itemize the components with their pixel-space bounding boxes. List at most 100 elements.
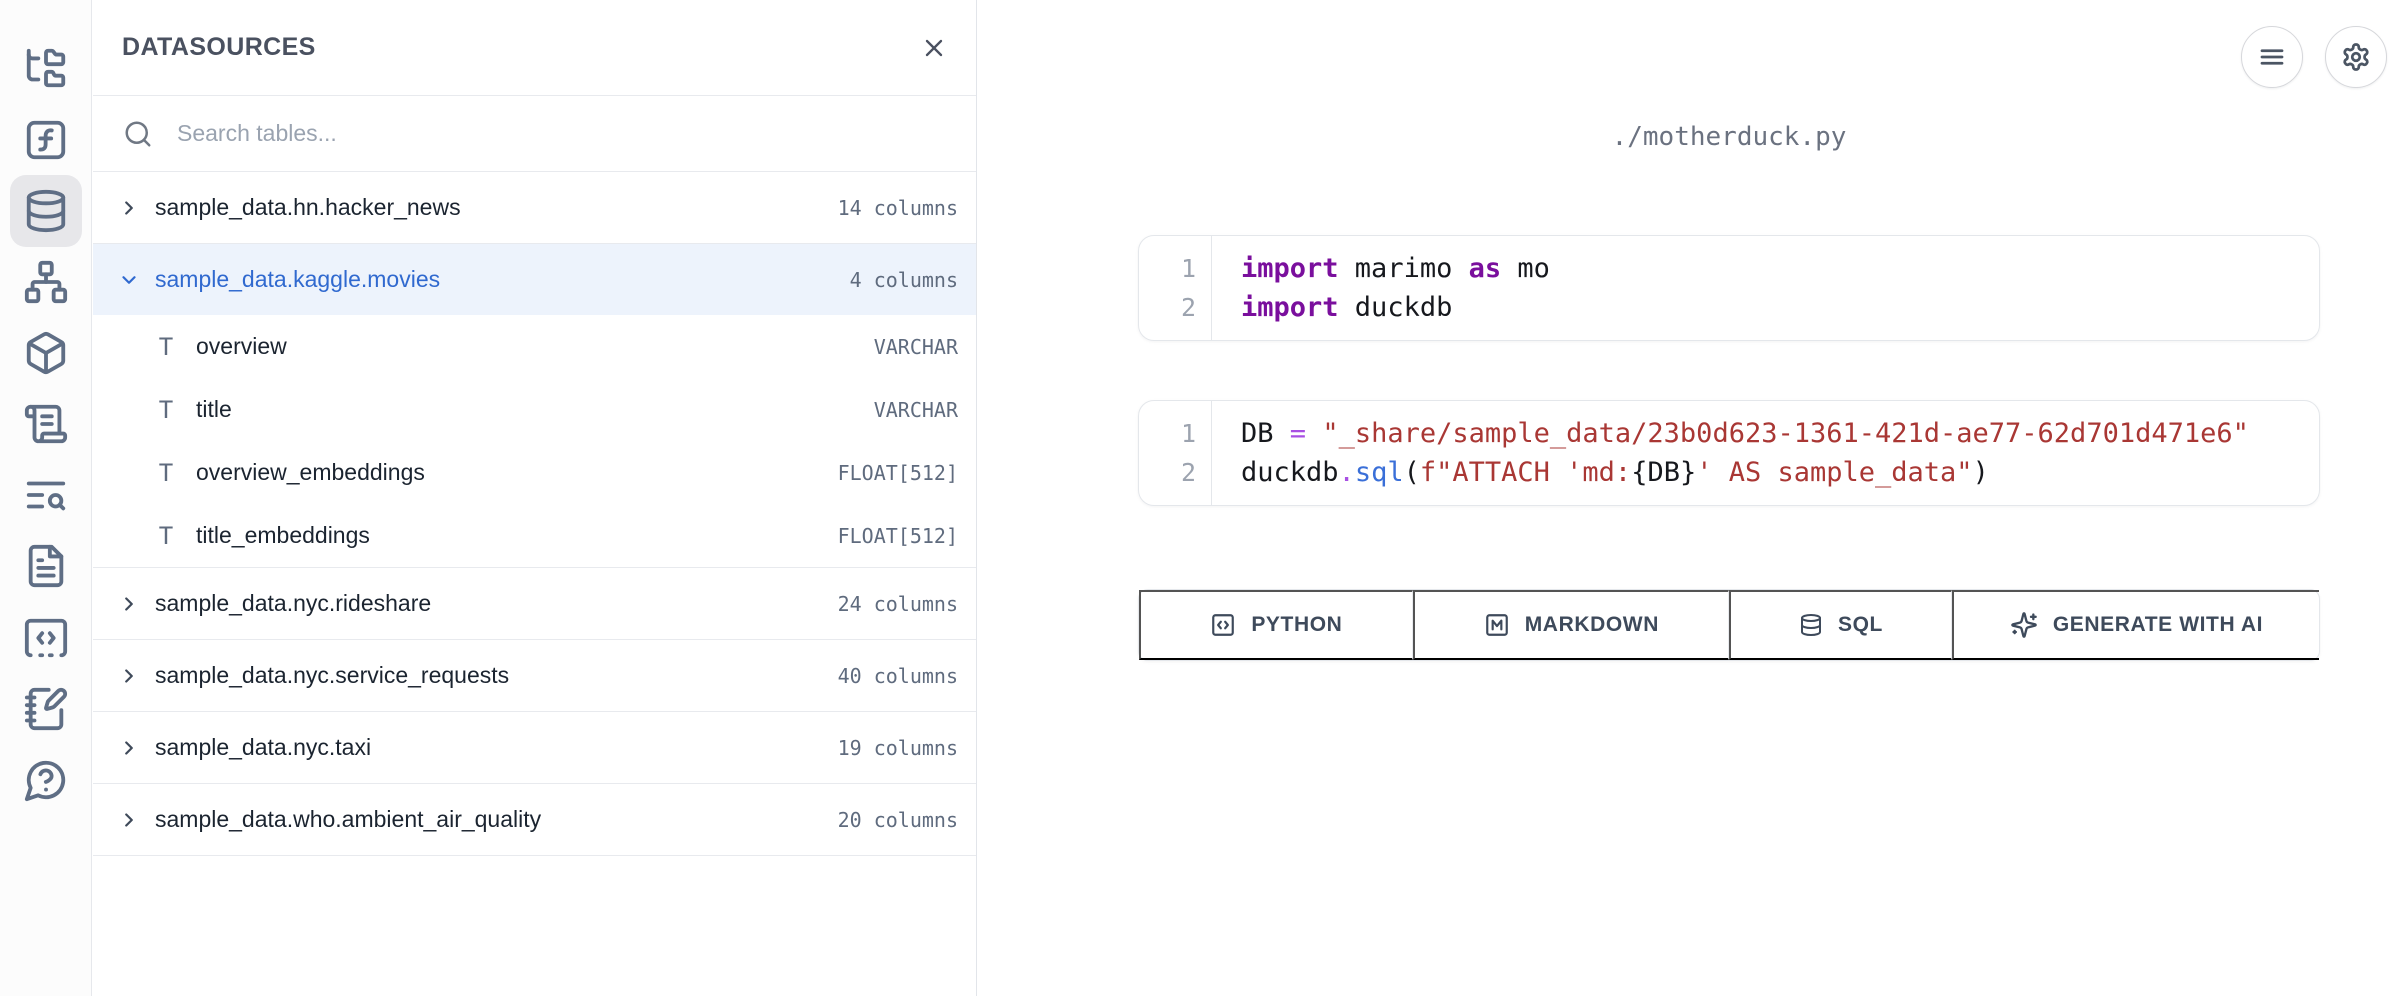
line-number: 2	[1139, 453, 1196, 492]
add-cell-sql-button[interactable]: SQL	[1729, 590, 1952, 660]
network-icon	[23, 259, 69, 305]
chevron-down-icon	[118, 269, 140, 291]
notebook-area: ./motherduck.py PYTHON MARKDOWN SQL GENERAT…	[977, 0, 2399, 996]
code-editor[interactable]: DB = "_share/sample_data/23b0d623-1361-4…	[1212, 401, 2269, 505]
database-icon	[23, 188, 69, 234]
column-row[interactable]: Ttitle_embeddingsFLOAT[512]	[93, 504, 976, 567]
rail-item-packages[interactable]	[10, 317, 82, 389]
add-cell-button-label: PYTHON	[1251, 613, 1342, 637]
table-name: sample_data.hn.hacker_news	[155, 194, 823, 221]
braces-square-icon	[1210, 612, 1236, 638]
search-icon	[123, 119, 153, 149]
menu-button[interactable]	[2241, 26, 2303, 88]
table-list: sample_data.hn.hacker_news14 columnssamp…	[93, 172, 976, 856]
scroll-text-icon	[23, 401, 69, 447]
column-count-badge: 19 columns	[838, 736, 958, 760]
panel-title: DATASOURCES	[122, 33, 316, 62]
column-count-badge: 40 columns	[838, 664, 958, 688]
chevron-right-icon	[118, 593, 140, 615]
datasources-panel: DATASOURCES sample_data.hn.hacker_news14…	[93, 0, 977, 996]
markdown-square-icon	[1484, 612, 1510, 638]
column-row[interactable]: Toverview_embeddingsFLOAT[512]	[93, 441, 976, 504]
column-type-badge: FLOAT[512]	[838, 524, 958, 548]
add-cell-python-button[interactable]: PYTHON	[1139, 590, 1413, 660]
chevron-right-icon	[118, 665, 140, 687]
table-group: sample_data.who.ambient_air_quality 20 co…	[93, 784, 976, 856]
column-type-badge: FLOAT[512]	[838, 461, 958, 485]
folder-tree-icon	[23, 45, 69, 91]
rail-item-trace[interactable]	[10, 459, 82, 531]
table-group: sample_data.hn.hacker_news14 columns	[93, 172, 976, 244]
file-text-icon	[23, 543, 69, 589]
rail-item-variables[interactable]	[10, 104, 82, 176]
add-cell-generate-with-ai-button[interactable]: GENERATE WITH AI	[1952, 590, 2319, 660]
table-name: sample_data.nyc.rideshare	[155, 590, 823, 617]
chevron-down-icon	[118, 269, 140, 291]
code-cell: 12 DB = "_share/sample_data/23b0d623-1361…	[1138, 400, 2320, 506]
column-name: overview	[196, 333, 857, 360]
code-editor[interactable]: import marimo as moimport duckdb	[1212, 236, 1570, 340]
column-row[interactable]: TtitleVARCHAR	[93, 378, 976, 441]
rail-item-help[interactable]	[10, 744, 82, 816]
column-count-badge: 20 columns	[838, 808, 958, 832]
rail-item-scratchpad[interactable]	[10, 673, 82, 745]
code-cell: 12import marimo as moimport duckdb	[1138, 235, 2320, 341]
table-group: sample_data.nyc.taxi 19 columns	[93, 712, 976, 784]
column-type-badge: VARCHAR	[874, 335, 958, 359]
add-cell-button-label: SQL	[1838, 613, 1883, 637]
rail-item-file-explorer[interactable]	[10, 32, 82, 104]
rail-item-documentation[interactable]	[10, 530, 82, 602]
rail-item-snippets[interactable]	[10, 602, 82, 674]
table-row[interactable]: sample_data.nyc.taxi 19 columns	[93, 712, 976, 783]
table-group: sample_data.nyc.rideshare24 columns	[93, 568, 976, 640]
chevron-right-icon	[118, 737, 140, 759]
chevron-right-icon	[118, 197, 140, 219]
table-row[interactable]: sample_data.nyc.rideshare24 columns	[93, 568, 976, 639]
sparkles-icon	[2010, 611, 2038, 639]
table-name: sample_data.nyc.taxi	[155, 734, 823, 761]
rail-item-dependencies[interactable]	[10, 246, 82, 318]
close-panel-button[interactable]	[920, 34, 948, 62]
settings-button[interactable]	[2325, 26, 2387, 88]
chevron-right-icon	[118, 809, 140, 831]
column-row[interactable]: Toverview VARCHAR	[93, 315, 976, 378]
text-type-icon: T	[153, 522, 179, 550]
chevron-right-icon	[118, 197, 140, 219]
table-group: sample_data.nyc.service_requests40 colum…	[93, 640, 976, 712]
text-type-icon: T	[153, 459, 179, 487]
line-number: 1	[1139, 414, 1196, 453]
x-icon	[920, 34, 948, 62]
table-name: sample_data.who.ambient_air_quality	[155, 806, 823, 833]
text-search-icon	[23, 472, 69, 518]
chevron-right-icon	[118, 809, 140, 831]
table-row[interactable]: sample_data.who.ambient_air_quality 20 co…	[93, 784, 976, 855]
search-tables-input[interactable]	[177, 120, 956, 147]
top-actions	[2241, 26, 2387, 88]
chevron-right-icon	[118, 665, 140, 687]
column-count-badge: 4 columns	[850, 268, 958, 292]
column-type-badge: VARCHAR	[874, 398, 958, 422]
line-number-gutter: 12	[1139, 401, 1212, 505]
table-row[interactable]: sample_data.nyc.service_requests40 colum…	[93, 640, 976, 711]
notebook-pen-icon	[23, 686, 69, 732]
add-cell-markdown-button[interactable]: MARKDOWN	[1413, 590, 1729, 660]
table-row[interactable]: sample_data.kaggle.movies 4 columns	[93, 244, 976, 315]
notebook-filename[interactable]: ./motherduck.py	[1138, 122, 2320, 152]
function-square-icon	[23, 117, 69, 163]
code-line: import duckdb	[1241, 288, 1550, 327]
add-cell-bar: PYTHON MARKDOWN SQL GENERATE WITH AI	[1138, 589, 2320, 661]
search-row	[93, 96, 976, 172]
code-line: DB = "_share/sample_data/23b0d623-1361-4…	[1241, 414, 2249, 453]
add-cell-button-label: MARKDOWN	[1525, 613, 1659, 637]
table-name: sample_data.kaggle.movies	[155, 266, 835, 293]
line-number: 1	[1139, 249, 1196, 288]
box-icon	[23, 330, 69, 376]
rail-item-datasources[interactable]	[10, 175, 82, 247]
text-type-icon: T	[153, 333, 179, 361]
rail-item-logs[interactable]	[10, 388, 82, 460]
text-type-icon: T	[153, 396, 179, 424]
panel-header: DATASOURCES	[93, 0, 976, 96]
code-line: duckdb.sql(f"ATTACH 'md:{DB}' AS sample_…	[1241, 453, 2249, 492]
table-row[interactable]: sample_data.hn.hacker_news14 columns	[93, 172, 976, 243]
chevron-right-icon	[118, 737, 140, 759]
